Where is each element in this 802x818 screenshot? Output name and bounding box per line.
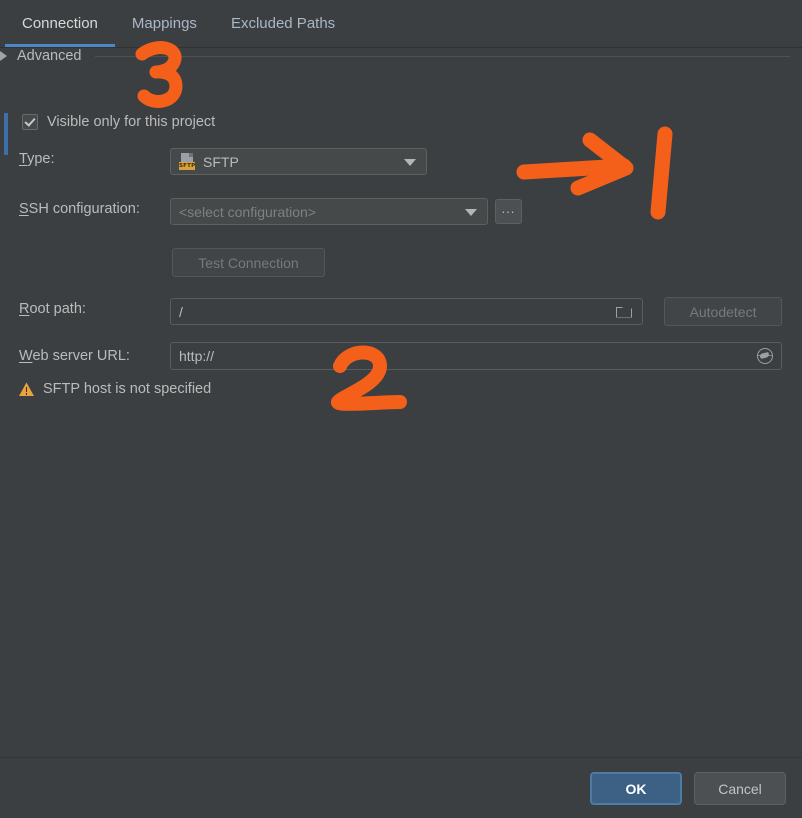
root-path-input[interactable]: / <box>170 298 643 325</box>
ssh-configuration-label: SSH configuration: <box>19 201 140 217</box>
root-path-label-mnemonic: R <box>19 301 30 317</box>
advanced-section-header[interactable]: Advanced <box>0 48 802 64</box>
advanced-label: Advanced <box>17 48 82 64</box>
tab-excluded-paths[interactable]: Excluded Paths <box>214 0 352 47</box>
chevron-right-icon[interactable] <box>0 51 7 61</box>
annotation-arrow-right <box>516 132 634 196</box>
type-dropdown[interactable]: SFTP SFTP <box>170 148 427 175</box>
test-connection-button[interactable]: Test Connection <box>172 248 325 277</box>
type-label: Type: <box>19 151 54 167</box>
ssh-label-rest: SH configuration: <box>28 201 140 217</box>
dialog-footer: OK Cancel <box>0 757 802 818</box>
footer-button-group: OK Cancel <box>590 772 786 805</box>
sftp-file-icon: SFTP <box>179 153 196 170</box>
validation-warning-text: SFTP host is not specified <box>43 381 212 397</box>
web-server-url-input[interactable]: http:// <box>170 342 782 370</box>
root-path-label: Root path: <box>19 301 86 317</box>
web-url-label-mnemonic: W <box>19 348 33 364</box>
autodetect-label: Autodetect <box>689 303 757 320</box>
root-path-label-wrap: Root path: <box>19 301 86 317</box>
tab-mappings[interactable]: Mappings <box>115 0 214 47</box>
type-label-wrap: Type: <box>19 151 54 167</box>
root-path-label-rest: oot path: <box>29 301 86 317</box>
cancel-button-label: Cancel <box>718 780 762 797</box>
advanced-separator <box>94 55 790 57</box>
annotation-number-1 <box>650 126 673 220</box>
ssh-configuration-dropdown[interactable]: <select configuration> <box>170 198 488 225</box>
warning-triangle-icon <box>19 382 34 396</box>
tab-bar: Connection Mappings Excluded Paths <box>0 0 802 48</box>
ssh-label-mnemonic: S <box>19 201 29 217</box>
test-connection-label: Test Connection <box>198 254 299 271</box>
visible-only-checkbox[interactable] <box>22 114 38 130</box>
tab-list: Connection Mappings Excluded Paths <box>5 0 352 47</box>
web-server-url-value: http:// <box>179 348 215 364</box>
chevron-down-icon <box>465 208 477 216</box>
web-url-label-rest: eb server URL: <box>32 348 130 364</box>
root-path-value: / <box>179 303 183 320</box>
type-label-rest: ype: <box>27 151 55 167</box>
ssh-configuration-placeholder: <select configuration> <box>179 203 316 220</box>
ok-button-label: OK <box>625 780 647 797</box>
deployment-configuration-dialog: Connection Mappings Excluded Paths Visib… <box>0 0 802 818</box>
web-server-url-label: Web server URL: <box>19 348 130 364</box>
sftp-icon-badge-label: SFTP <box>179 162 196 170</box>
cancel-button[interactable]: Cancel <box>694 772 786 805</box>
chevron-down-icon <box>404 158 416 166</box>
tab-connection[interactable]: Connection <box>5 0 115 47</box>
ok-button[interactable]: OK <box>590 772 682 805</box>
globe-icon[interactable] <box>757 348 773 364</box>
web-server-url-label-wrap: Web server URL: <box>19 348 130 364</box>
tab-connection-label: Connection <box>22 15 98 32</box>
focus-indicator-strip <box>4 113 8 155</box>
autodetect-button[interactable]: Autodetect <box>664 297 782 326</box>
folder-icon[interactable] <box>616 305 632 318</box>
visible-only-for-project-row[interactable]: Visible only for this project <box>22 114 215 130</box>
ellipsis-icon: ... <box>501 201 516 216</box>
validation-warning: SFTP host is not specified <box>19 381 211 397</box>
type-label-mnemonic: T <box>19 151 28 167</box>
tab-mappings-label: Mappings <box>131 15 197 32</box>
visible-only-label: Visible only for this project <box>47 114 216 130</box>
ssh-configuration-browse-button[interactable]: ... <box>495 199 522 224</box>
type-dropdown-value: SFTP <box>203 153 239 170</box>
connection-form: Visible only for this project Type: SFTP… <box>0 41 802 818</box>
ssh-configuration-label-wrap: SSH configuration: <box>19 201 140 217</box>
tab-excluded-paths-label: Excluded Paths <box>230 15 336 32</box>
